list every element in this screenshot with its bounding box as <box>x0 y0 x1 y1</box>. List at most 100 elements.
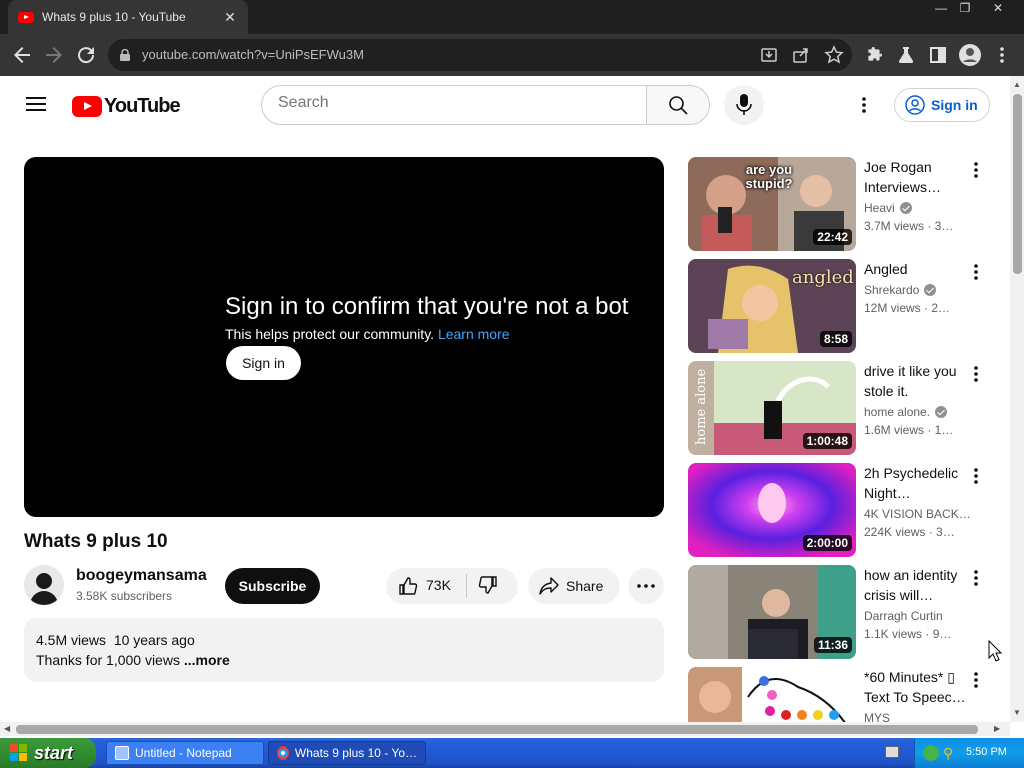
install-icon[interactable] <box>760 46 778 64</box>
recommendation-title[interactable]: Joe Rogan Interviews… <box>864 157 968 197</box>
mouse-cursor-icon <box>988 640 1002 662</box>
recommendation-menu-icon[interactable] <box>970 569 982 587</box>
recommendation-item[interactable]: home alone 1:00:48 drive it like you sto… <box>688 361 988 455</box>
recommendation-menu-icon[interactable] <box>970 365 982 383</box>
url-text: youtube.com/watch?v=UniPsEFWu3M <box>142 47 364 62</box>
recommendation-views: 3.7M views · 3… <box>864 219 954 233</box>
video-thumbnail[interactable]: 2:00:00 <box>688 463 856 557</box>
sign-in-button[interactable]: Sign in <box>894 88 990 122</box>
browser-menu-icon[interactable] <box>990 43 1014 67</box>
browser-tab[interactable]: Whats 9 plus 10 - YouTube ✕ <box>8 0 248 34</box>
forward-arrow-icon[interactable] <box>42 43 66 67</box>
thumbs-down-icon <box>478 576 497 594</box>
share-button[interactable]: Share <box>528 568 620 604</box>
start-button[interactable]: start <box>0 738 96 768</box>
video-thumbnail[interactable]: are you stupid? 22:42 <box>688 157 856 251</box>
lab-flask-icon[interactable] <box>894 43 918 67</box>
video-meta: 4.5M views 10 years ago <box>36 632 195 648</box>
recommendation-channel[interactable]: home alone. <box>864 405 948 419</box>
description-box[interactable]: 4.5M views 10 years ago Thanks for 1,000… <box>24 618 664 682</box>
view-count: 4.5M views <box>36 632 107 648</box>
video-thumbnail[interactable]: home alone 1:00:48 <box>688 361 856 455</box>
lock-icon[interactable] <box>120 49 130 61</box>
recommendation-channel[interactable]: Shrekardo <box>864 283 937 297</box>
video-player[interactable]: Sign in to confirm that you're not a bot… <box>24 157 664 517</box>
upload-age: 10 years ago <box>113 632 195 648</box>
address-bar[interactable]: youtube.com/watch?v=UniPsEFWu3M <box>108 39 852 71</box>
extensions-icon[interactable] <box>862 43 886 67</box>
start-label: start <box>34 742 74 763</box>
horizontal-scrollbar[interactable]: ◀ ▶ <box>0 722 1010 736</box>
video-thumbnail[interactable]: angled 8:58 <box>688 259 856 353</box>
player-sign-in-button[interactable]: Sign in <box>226 346 301 380</box>
youtube-favicon-icon <box>18 11 34 23</box>
video-thumbnail[interactable]: 11:36 <box>688 565 856 659</box>
recommendation-channel[interactable]: Heavi <box>864 201 912 215</box>
recommendation-menu-icon[interactable] <box>970 467 982 485</box>
taskbar-item-notepad[interactable]: Untitled - Notepad <box>106 741 264 765</box>
vertical-scroll-thumb[interactable] <box>1013 94 1022 274</box>
recommendation-views: 1.1K views · 9… <box>864 627 952 641</box>
recommendation-title[interactable]: how an identity crisis will… <box>864 565 968 605</box>
recommendation-channel[interactable]: Darragh Curtin <box>864 609 943 623</box>
dislike-button[interactable] <box>478 575 498 595</box>
network-icon[interactable] <box>923 745 939 761</box>
hamburger-menu-icon[interactable] <box>26 96 46 112</box>
more-actions-button[interactable] <box>628 568 664 604</box>
recommendation-item[interactable]: are you stupid? 22:42 Joe Rogan Intervie… <box>688 157 988 251</box>
show-more-link[interactable]: ...more <box>184 652 230 668</box>
recommendation-title[interactable]: 2h Psychedelic Night… <box>864 463 968 503</box>
voice-search-button[interactable] <box>724 85 764 125</box>
verified-check-icon <box>935 406 948 418</box>
recommendation-title[interactable]: drive it like you stole it. <box>864 361 968 401</box>
taskbar: start Untitled - Notepad Whats 9 plus 10… <box>0 738 1024 768</box>
search-box[interactable] <box>261 85 647 125</box>
recommendation-channel[interactable]: 4K VISION BACK… <box>864 507 971 521</box>
restore-button[interactable]: ❐ <box>952 0 978 18</box>
bookmark-star-icon[interactable] <box>824 45 844 65</box>
recommendation-item[interactable]: *60 Minutes* ▯ Text To Speec… MYS <box>688 667 988 722</box>
keyboard-icon[interactable] <box>885 746 899 758</box>
recommendation-title[interactable]: Angled <box>864 259 968 279</box>
search-input[interactable] <box>278 94 618 112</box>
recommendation-menu-icon[interactable] <box>970 671 982 689</box>
channel-avatar[interactable] <box>24 565 64 605</box>
learn-more-link[interactable]: Learn more <box>438 326 510 342</box>
recommendation-menu-icon[interactable] <box>970 263 982 281</box>
recommendation-item[interactable]: 2:00:00 2h Psychedelic Night… 4K VISION … <box>688 463 988 557</box>
search-tray-icon[interactable]: ⚲ <box>943 745 953 762</box>
subscribe-button[interactable]: Subscribe <box>225 568 320 604</box>
recommendation-title[interactable]: *60 Minutes* ▯ Text To Speec… <box>864 667 968 707</box>
profile-avatar-icon[interactable] <box>958 43 982 67</box>
clock: 5:50 PM <box>966 746 1007 758</box>
youtube-logo[interactable]: YouTube <box>72 95 181 118</box>
recommendation-item[interactable]: 11:36 how an identity crisis will… Darra… <box>688 565 988 659</box>
share-page-icon[interactable] <box>792 46 810 64</box>
like-separator <box>466 574 467 598</box>
recommendation-channel[interactable]: MYS <box>864 711 890 722</box>
scroll-left-icon[interactable]: ◀ <box>4 724 10 733</box>
like-button[interactable]: 73K <box>396 575 466 597</box>
channel-name[interactable]: boogeymansama <box>76 567 207 585</box>
thumbs-up-icon <box>399 577 418 595</box>
vertical-scrollbar[interactable]: ▲ ▼ <box>1010 76 1024 722</box>
reload-icon[interactable] <box>74 43 98 67</box>
recommendation-menu-icon[interactable] <box>970 161 982 179</box>
video-thumbnail[interactable] <box>688 667 856 722</box>
more-horizontal-icon <box>637 584 655 588</box>
back-arrow-icon[interactable] <box>10 43 34 67</box>
scroll-right-icon[interactable]: ▶ <box>994 724 1000 733</box>
like-dislike-bar: 73K <box>386 568 518 604</box>
windows-logo-icon <box>10 744 27 761</box>
recommendation-item[interactable]: angled 8:58 Angled Shrekardo 12M views ·… <box>688 259 988 353</box>
minimize-button[interactable]: — <box>928 0 954 18</box>
scroll-down-icon[interactable]: ▼ <box>1013 708 1021 717</box>
scroll-up-icon[interactable]: ▲ <box>1013 80 1021 89</box>
side-panel-icon[interactable] <box>926 43 950 67</box>
tab-close-icon[interactable]: ✕ <box>222 9 238 26</box>
close-window-button[interactable]: ✕ <box>985 0 1011 18</box>
taskbar-item-browser[interactable]: Whats 9 plus 10 - Yo… <box>268 741 426 765</box>
horizontal-scroll-thumb[interactable] <box>16 725 978 734</box>
settings-kebab-icon[interactable] <box>856 95 872 115</box>
search-button[interactable] <box>646 85 710 125</box>
